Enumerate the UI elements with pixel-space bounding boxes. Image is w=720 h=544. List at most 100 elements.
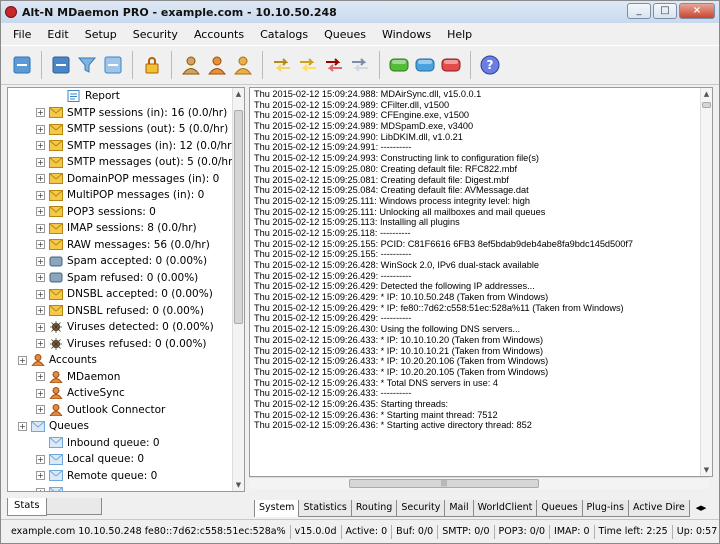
log-horizontal-scrollbar[interactable]: ||| (249, 477, 709, 489)
menu-file[interactable]: File (5, 28, 39, 41)
tree-item[interactable]: + IMAP sessions: 8 (0.0/hr) (8, 220, 234, 237)
log-tab-mail[interactable]: Mail (444, 500, 474, 517)
expand-icon[interactable]: + (36, 471, 45, 481)
scroll-up-icon[interactable]: ▲ (233, 88, 244, 100)
close-button[interactable]: × (679, 3, 715, 19)
tree-item[interactable]: + Accounts (8, 352, 234, 369)
log-tab-active-dire[interactable]: Active Dire (628, 500, 690, 517)
tree-item[interactable]: + Spam refused: 0 (0.00%) (8, 270, 234, 287)
status-blue-button[interactable] (413, 53, 437, 77)
tree-item[interactable]: + Viruses detected: 0 (0.00%) (8, 319, 234, 336)
log-vertical-scrollbar[interactable]: ▲ ▼ (700, 88, 712, 476)
menu-edit[interactable]: Edit (39, 28, 76, 41)
log-tab-statistics[interactable]: Statistics (298, 500, 352, 517)
log-tab-plug-ins[interactable]: Plug-ins (581, 500, 629, 517)
satellite-button[interactable] (49, 53, 73, 77)
expand-icon[interactable]: + (36, 306, 45, 316)
menu-windows[interactable]: Windows (374, 28, 439, 41)
lock-button[interactable] (140, 53, 164, 77)
tab-scroll-arrows-icon[interactable]: ◀▶ (693, 500, 709, 517)
tree-item[interactable]: + MDaemon (8, 369, 234, 386)
left-tab-1[interactable] (45, 498, 102, 515)
arrows-exchange-button[interactable] (348, 53, 372, 77)
tree-item[interactable]: + Outlook Connector (8, 402, 234, 419)
expand-icon[interactable]: + (36, 339, 45, 349)
tree-item[interactable]: + DNSBL refused: 0 (0.00%) (8, 303, 234, 320)
log-tab-routing[interactable]: Routing (350, 500, 398, 517)
menu-setup[interactable]: Setup (77, 28, 125, 41)
expand-icon[interactable]: + (36, 141, 45, 151)
tree-scroll-thumb[interactable] (234, 110, 243, 324)
expand-icon[interactable]: + (18, 355, 27, 365)
refresh-button[interactable] (10, 53, 34, 77)
tree-item[interactable]: + ActiveSync (8, 385, 234, 402)
expand-icon[interactable]: + (36, 207, 45, 217)
log-tab-worldclient[interactable]: WorldClient (472, 500, 538, 517)
tree-item[interactable]: + (8, 484, 234, 491)
expand-icon[interactable]: + (36, 223, 45, 233)
expand-icon[interactable]: + (36, 405, 45, 415)
expand-icon[interactable]: + (36, 174, 45, 184)
expand-icon[interactable]: + (36, 454, 45, 464)
tree-item[interactable]: + SMTP sessions (in): 16 (0.0/hr) (8, 105, 234, 122)
status-green-button[interactable] (387, 53, 411, 77)
tree-item[interactable]: + POP3 sessions: 0 (8, 204, 234, 221)
log-scroll-thumb[interactable] (702, 102, 711, 108)
expand-icon[interactable]: + (36, 256, 45, 266)
tree-item[interactable]: + MultiPOP messages (in): 0 (8, 187, 234, 204)
expand-icon[interactable]: + (36, 190, 45, 200)
scroll-down-icon[interactable]: ▼ (233, 479, 244, 491)
tree-item[interactable]: Inbound queue: 0 (8, 435, 234, 452)
tree-item[interactable]: + Spam accepted: 0 (0.00%) (8, 253, 234, 270)
tree-item[interactable]: + Remote queue: 0 (8, 468, 234, 485)
arrows-red-button[interactable] (322, 53, 346, 77)
filter-button[interactable] (75, 53, 99, 77)
menu-security[interactable]: Security (125, 28, 186, 41)
log-tab-queues[interactable]: Queues (536, 500, 583, 517)
menu-accounts[interactable]: Accounts (186, 28, 252, 41)
tree-item[interactable]: + DomainPOP messages (in): 0 (8, 171, 234, 188)
tree-item[interactable]: + RAW messages: 56 (0.0/hr) (8, 237, 234, 254)
tree-item[interactable]: + Local queue: 0 (8, 451, 234, 468)
expand-icon[interactable]: + (36, 388, 45, 398)
expand-icon[interactable]: + (18, 421, 27, 431)
search-log-button[interactable] (101, 53, 125, 77)
expand-icon[interactable]: + (36, 322, 45, 332)
user-search-button[interactable] (179, 53, 203, 77)
menu-help[interactable]: Help (439, 28, 480, 41)
expand-icon[interactable]: + (36, 487, 45, 491)
expand-icon[interactable]: + (36, 157, 45, 167)
menu-catalogs[interactable]: Catalogs (252, 28, 316, 41)
maximize-button[interactable]: □ (653, 3, 677, 19)
tree-item[interactable]: + Viruses refused: 0 (0.00%) (8, 336, 234, 353)
tree-item[interactable]: + SMTP sessions (out): 5 (0.0/hr) (8, 121, 234, 138)
arrows-yellow-button[interactable] (270, 53, 294, 77)
expand-icon[interactable]: + (36, 108, 45, 118)
minimize-button[interactable]: _ (627, 3, 651, 19)
tree-item[interactable]: + SMTP messages (in): 12 (0.0/hr) (8, 138, 236, 155)
tree-item[interactable]: + DNSBL accepted: 0 (0.00%) (8, 286, 234, 303)
tree-item[interactable]: + SMTP messages (out): 5 (0.0/hr) (8, 154, 237, 171)
tree-vertical-scrollbar[interactable]: ▲ ▼ (232, 88, 244, 491)
expand-icon[interactable]: + (36, 372, 45, 382)
expand-icon[interactable]: + (36, 240, 45, 250)
user-button[interactable] (205, 53, 229, 77)
scroll-up-icon[interactable]: ▲ (701, 88, 712, 100)
tree-item[interactable]: Report (8, 88, 234, 105)
left-tab-0[interactable]: Stats (7, 498, 47, 516)
log-hscroll-thumb[interactable]: ||| (349, 479, 539, 488)
users-button[interactable] (231, 53, 255, 77)
arrows-sun-button[interactable] (296, 53, 320, 77)
help-button[interactable]: ? (478, 53, 502, 77)
scroll-down-icon[interactable]: ▼ (701, 464, 712, 476)
expand-icon[interactable]: + (36, 124, 45, 134)
log-line: Thu 2015-02-12 15:09:26.429: * IP: 10.10… (254, 292, 549, 303)
expand-icon[interactable]: + (36, 273, 45, 283)
log-tab-security[interactable]: Security (396, 500, 446, 517)
expand-icon[interactable]: + (36, 289, 45, 299)
log-tab-system[interactable]: System (254, 500, 300, 517)
log-line: Thu 2015-02-12 15:09:25.081: Creating de… (254, 174, 509, 185)
menu-queues[interactable]: Queues (316, 28, 374, 41)
status-red-button[interactable] (439, 53, 463, 77)
tree-item[interactable]: + Queues (8, 418, 234, 435)
